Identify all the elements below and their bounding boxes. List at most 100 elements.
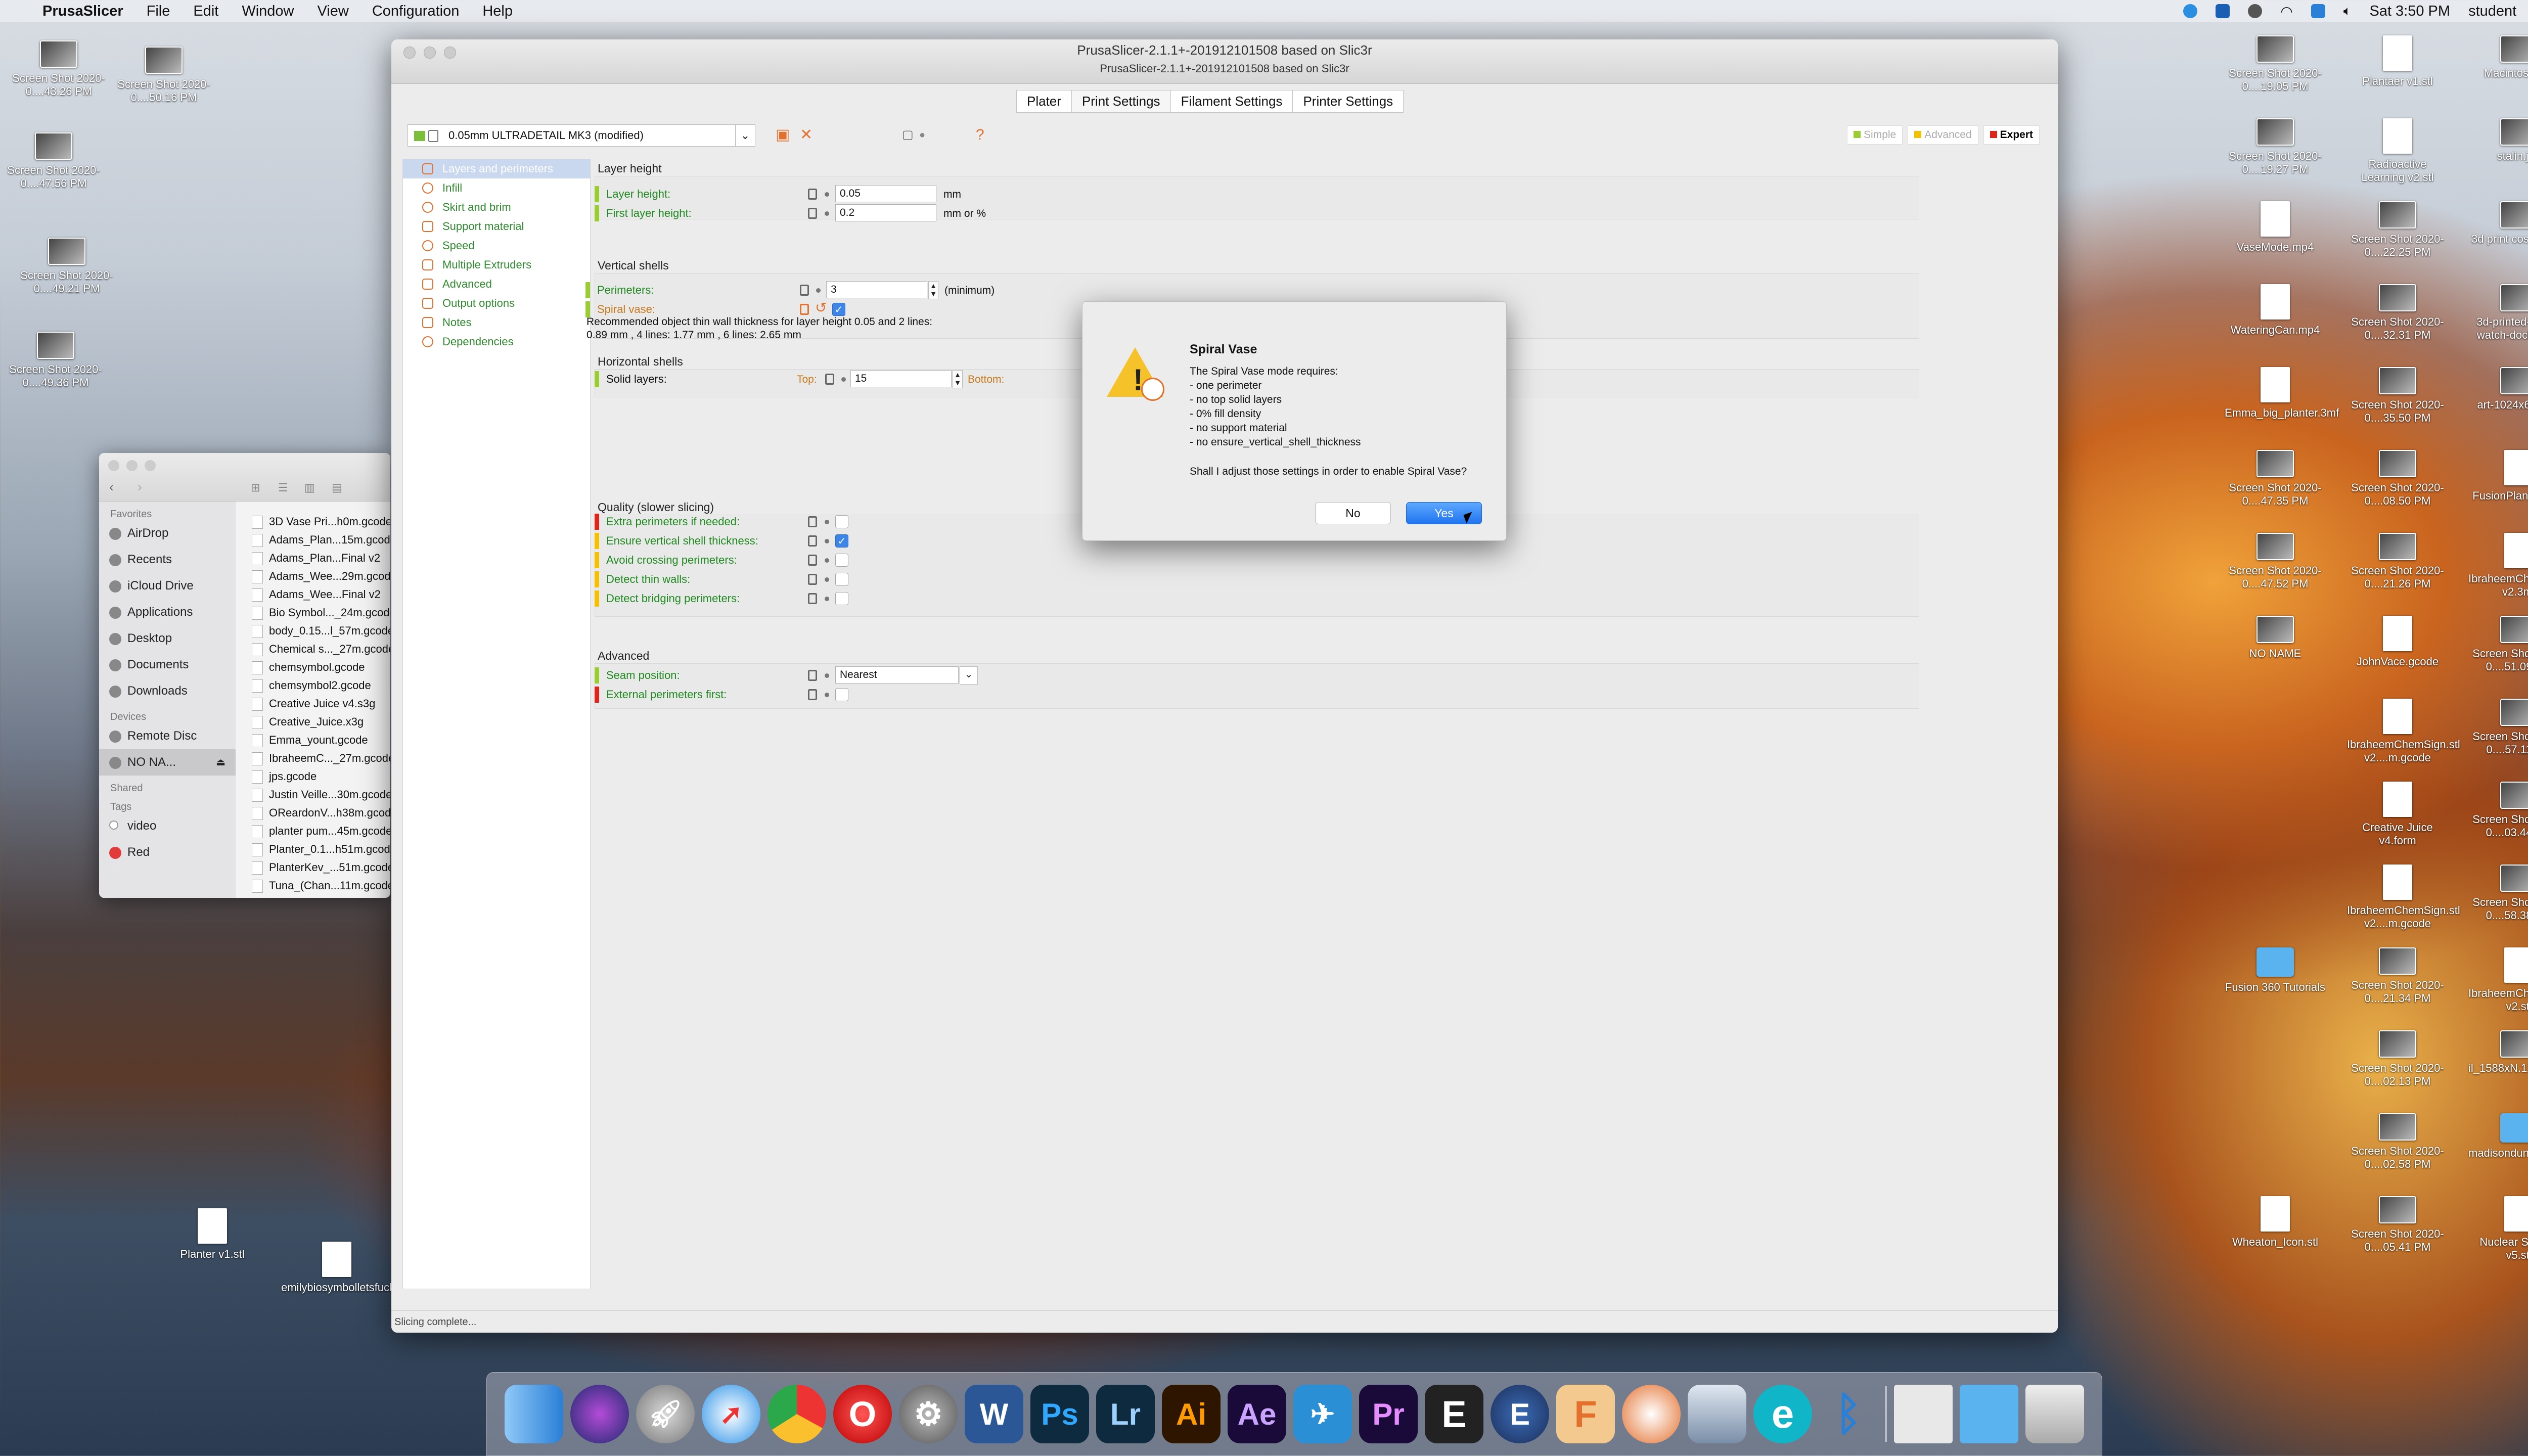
minimize-button[interactable] [424,47,436,59]
desktop-file[interactable]: IbraheemChemSign.stl v2.stl [2468,947,2528,1013]
desktop-file[interactable]: Screen Shot 2020-0....47.35 PM [2225,450,2326,508]
lock-icon[interactable] [808,689,817,700]
icon-view-icon[interactable]: ⊞ [251,481,260,494]
menu-help[interactable]: Help [482,3,513,20]
desktop-file[interactable]: Emma_big_planter.3mf [2225,367,2339,420]
minimize-button[interactable] [126,460,138,471]
menu-app-name[interactable]: PrusaSlicer [42,3,123,20]
trash-icon[interactable] [2025,1385,2084,1443]
tag-red[interactable]: Red [99,839,236,866]
desktop-file[interactable]: Screen Shot 2020-0....47.56 PM [3,132,104,190]
back-icon[interactable]: ‹ [109,479,114,495]
desktop-file[interactable]: Screen Shot 2020-0....47.52 PM [2225,533,2326,590]
desktop-file[interactable]: Screen Shot 2020-0....19.27 PM [2225,118,2326,176]
siri-icon[interactable] [570,1385,629,1443]
desktop-file[interactable]: Screen Shot 2020-0....51.09 PM [2468,616,2528,673]
desktop-file[interactable]: Screen Shot 2020-0....49.21 PM [16,238,117,295]
close-button[interactable] [403,47,416,59]
desktop-file[interactable]: 3d-printed-apple-watch-dock-4.jpg [2468,284,2528,342]
zoom-button[interactable] [145,460,156,471]
spiral-vase-checkbox[interactable]: ✓ [832,303,845,316]
malwarebytes-icon[interactable] [2216,4,2230,18]
sidebar-item-layers-and-perimeters[interactable]: Layers and perimeters [403,159,590,178]
clock[interactable]: Sat 3:50 PM [2369,3,2450,20]
wifi-icon[interactable]: ◠ [2280,3,2292,20]
bullet-icon[interactable] [825,693,829,697]
external-perimeters-checkbox[interactable] [835,688,848,701]
tab-plater[interactable]: Plater [1016,90,1072,113]
desktop-file[interactable]: Screen Shot 2020-0....35.50 PM [2347,367,2448,425]
user-name[interactable]: student [2468,3,2516,20]
desktop-file[interactable]: Screen Shot 2020-0....19.05 PM [2225,35,2326,93]
sidebar-item-output-options[interactable]: Output options [403,294,590,313]
bullet-icon[interactable] [825,520,829,524]
lock-icon[interactable] [808,535,817,547]
volume-icon[interactable]: 🔈︎ [2343,3,2352,19]
sidebar-item-dependencies[interactable]: Dependencies [403,332,590,351]
first-layer-height-input[interactable]: 0.2 [835,204,936,221]
bullet-icon[interactable] [825,539,829,543]
sidebar-item-infill[interactable]: Infill [403,178,590,198]
illustrator-icon[interactable]: Ai [1162,1385,1221,1443]
desktop-file[interactable]: Screen Shot 2020-0....49.36 PM [5,332,106,389]
documents-folder-icon[interactable] [1894,1385,1953,1443]
bullet-icon[interactable] [825,192,829,197]
unlock-icon[interactable] [800,304,809,315]
desktop-file[interactable]: Screen Shot 2020-0....58.38 PM [2468,864,2528,922]
desktop-file[interactable]: Screen Shot 2020-0....02.58 PM [2347,1113,2448,1171]
bullet-icon[interactable] [825,211,829,216]
extra-perimeters-checkbox[interactable] [835,515,848,528]
preview-icon[interactable] [1688,1385,1746,1443]
menu-view[interactable]: View [317,3,348,20]
finder-icon[interactable] [505,1385,563,1443]
sidebar-item-speed[interactable]: Speed [403,236,590,255]
desktop-file[interactable]: Screen Shot 2020-0....22.25 PM [2347,201,2448,259]
column-view-icon[interactable]: ▥ [304,481,315,494]
sync-icon[interactable] [2248,4,2263,18]
mode-advanced-button[interactable]: Advanced [1908,125,1978,145]
list-item[interactable]: IbraheemC..._27m.gcode [246,749,390,767]
desktop-file[interactable]: Screen Shot 2020-0....32.31 PM [2347,284,2448,342]
premiere-icon[interactable]: Pr [1359,1385,1418,1443]
mode-expert-button[interactable]: Expert [1983,125,2040,145]
chrome-icon[interactable] [768,1385,826,1443]
bluetooth-icon[interactable]: ᛒ [1819,1385,1878,1443]
desktop-file[interactable]: WateringCan.mp4 [2225,284,2326,337]
forward-icon[interactable]: › [138,479,142,495]
sidebar-item-skirt-and-brim[interactable]: Skirt and brim [403,198,590,217]
list-item[interactable]: OReardonV...h38m.gcode [246,804,390,822]
sidebar-item-multiple-extruders[interactable]: Multiple Extruders [403,255,590,275]
lock-icon[interactable] [808,189,817,200]
sidebar-item-airdrop[interactable]: AirDrop [99,520,236,547]
lock-icon[interactable] [808,208,817,219]
desktop-file[interactable]: Screen Shot 2020-0....21.34 PM [2347,947,2448,1005]
desktop-file[interactable]: 3d print cosplay.jpg [2468,201,2528,246]
list-item[interactable]: Creative_Juice.x3g [246,713,390,731]
list-item[interactable]: Tuna_(Chan...11m.gcode [246,877,390,895]
list-item[interactable]: Planter_0.1...h51m.gcode [246,840,390,858]
tab-print-settings[interactable]: Print Settings [1071,90,1171,113]
desktop-file[interactable]: Screen Shot 2020-0....08.50 PM [2347,450,2448,508]
desktop-file[interactable]: NO NAME [2225,616,2326,660]
sidebar-item-documents[interactable]: Documents [99,652,236,678]
undo-arrow-icon[interactable]: ↺ [815,299,827,316]
help-question-icon[interactable]: ? [976,127,984,143]
desktop-file[interactable]: Nuclear Symbol v5.stl [2468,1196,2528,1262]
mode-simple-button[interactable]: Simple [1847,125,1903,145]
spin-stepper[interactable]: ▲ ▼ [953,370,963,388]
list-item[interactable]: PlanterKev_...51m.gcode [246,858,390,877]
desktop-file[interactable]: Screen Shot 2020-0....02.13 PM [2347,1030,2448,1088]
avoid-crossing-checkbox[interactable] [835,554,848,567]
sidebar-item-applications[interactable]: Applications [99,599,236,625]
lock-icon[interactable] [808,670,817,681]
bullet-icon[interactable] [841,377,846,382]
lightroom-icon[interactable]: Lr [1096,1385,1155,1443]
applications-folder-icon[interactable] [1960,1385,2018,1443]
list-item[interactable]: chemsymbol.gcode [246,658,390,676]
desktop-file[interactable]: IbraheemChemSign.stl v2.3mf [2468,533,2528,599]
sidebar-item-desktop[interactable]: Desktop [99,625,236,652]
desktop-file[interactable]: Screen Shot 2020-0....03.44 PM [2468,782,2528,839]
desktop-file[interactable]: stalin.jpg [2468,118,2528,163]
after-effects-icon[interactable]: Ae [1228,1385,1286,1443]
menu-window[interactable]: Window [242,3,294,20]
